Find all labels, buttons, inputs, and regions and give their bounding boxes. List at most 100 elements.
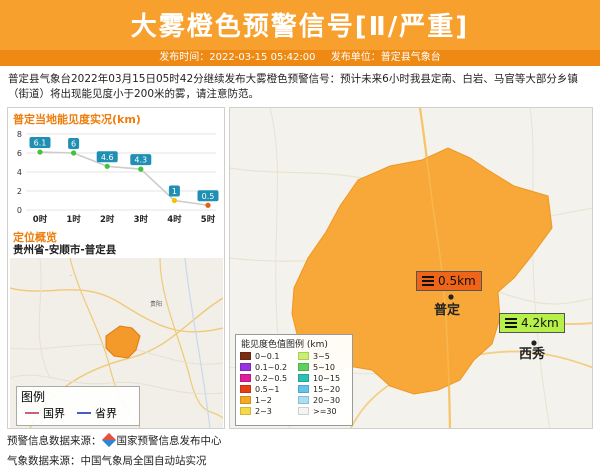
legend-item: 0.2~0.5 <box>240 373 298 383</box>
legend-label: 3~5 <box>313 351 330 361</box>
xixiu-label: 西秀 <box>519 346 546 362</box>
legend-title: 能见度色值图例 (km) <box>241 340 328 350</box>
legend-label-national: 国界 <box>43 407 65 420</box>
menu-lines-icon <box>422 274 434 288</box>
legend-item: 1~2 <box>240 395 298 405</box>
legend-swatch <box>240 396 251 404</box>
series-line <box>39 151 209 207</box>
svg-text:·: · <box>70 273 72 280</box>
x-tick-label: 4时 <box>167 214 182 225</box>
visibility-chart: 0 2 4 6 8 6.1 0时 6 1时 4.6 2时 4.3 3时 1 4时 0.5 5时 <box>8 126 224 230</box>
legend-swatch <box>298 407 309 415</box>
legend-swatch <box>240 385 251 393</box>
warning-source-line: 预警信息数据来源： 国家预警信息发布中心 <box>7 432 222 448</box>
visibility-color-legend: 能见度色值图例 (km) 0~0.1 3~5 0.1~0.2 5~10 0.2~0.5 1… <box>235 334 353 426</box>
legend-item: 0~0.1 <box>240 351 298 361</box>
legend-label: 10~15 <box>313 373 341 383</box>
y-tick-label: 6 <box>17 149 22 158</box>
x-tick-label: 5时 <box>201 214 216 225</box>
fog-map[interactable]: 普定 西秀 0.5km 4.2km 能见度色值图例 (km) 0~0.1 3~5 0… <box>229 107 593 429</box>
visibility-badge-xixiu[interactable]: 4.2km <box>499 313 565 333</box>
menu-lines-icon <box>505 316 517 330</box>
warning-source-prefix: 预警信息数据来源： <box>7 435 102 447</box>
legend-swatch <box>240 363 251 371</box>
legend-item: 15~20 <box>298 384 356 394</box>
minimap-legend: 图例 国界 省界 <box>16 386 140 426</box>
legend-swatch <box>298 374 309 382</box>
national-border-line-icon <box>25 412 39 414</box>
warning-source-name: 国家预警信息发布中心 <box>116 435 222 447</box>
legend-swatch <box>240 352 251 360</box>
publish-meta-bar: 发布时间：2022-03-15 05:42:00 发布单位：普定县气象台 <box>0 50 600 66</box>
legend-label: 5~10 <box>313 362 335 372</box>
data-label: 4.3 <box>134 156 147 165</box>
legend-swatch <box>298 396 309 404</box>
minimap-legend-title: 图例 <box>21 390 46 404</box>
legend-label: 15~20 <box>313 384 341 394</box>
puding-city-dot <box>448 294 454 300</box>
location-path: 贵州省-安顺市-普定县 <box>13 244 117 256</box>
legend-label: 1~2 <box>255 395 272 405</box>
legend-label: 0~0.1 <box>255 351 280 361</box>
badge-value-puding: 0.5km <box>438 274 476 288</box>
warning-description: 普定县气象台2022年03月15日05时42分继续发布大雾橙色预警信号：预计未来… <box>8 73 578 100</box>
visibility-badge-puding[interactable]: 0.5km <box>416 271 482 291</box>
visibility-chart-title: 普定当地能见度实况(km) <box>13 113 141 126</box>
legend-item: 20~30 <box>298 395 356 405</box>
y-tick-label: 0 <box>17 206 22 215</box>
publish-time: 发布时间：2022-03-15 05:42:00 <box>159 52 316 63</box>
header-banner: 大雾橙色预警信号[Ⅱ/严重] 发布时间：2022-03-15 05:42:00 … <box>0 0 600 66</box>
legend-swatch <box>298 363 309 371</box>
y-tick-label: 2 <box>17 187 22 196</box>
legend-swatch <box>240 374 251 382</box>
data-point <box>104 163 110 169</box>
y-tick-label: 4 <box>17 168 22 177</box>
x-tick-label: 0时 <box>33 214 48 225</box>
publish-unit: 发布单位：普定县气象台 <box>330 52 441 63</box>
data-point <box>37 149 43 155</box>
legend-label: 2~3 <box>255 406 272 416</box>
data-label: 6 <box>71 140 76 149</box>
x-tick-label: 1时 <box>66 214 81 225</box>
legend-label: >=30 <box>313 406 337 416</box>
data-label: 0.5 <box>202 192 215 201</box>
data-label: 1 <box>172 187 177 196</box>
legend-swatch <box>298 385 309 393</box>
legend-label: 0.2~0.5 <box>255 373 288 383</box>
legend-item: 5~10 <box>298 362 356 372</box>
legend-item: >=30 <box>298 406 356 416</box>
province-border-line-icon <box>77 412 91 414</box>
legend-label: 0.1~0.2 <box>255 362 288 372</box>
x-tick-label: 2时 <box>100 214 115 225</box>
legend-item: 0.1~0.2 <box>240 362 298 372</box>
badge-value-xixiu: 4.2km <box>521 316 559 330</box>
data-label: 4.6 <box>101 153 114 162</box>
legend-item: 3~5 <box>298 351 356 361</box>
data-point <box>138 166 144 172</box>
visibility-chart-svg: 0 2 4 6 8 6.1 0时 6 1时 4.6 2时 4.3 3时 1 4时 0.5 5时 <box>17 130 219 225</box>
legend-label-province: 省界 <box>95 407 117 420</box>
warning-title: 大雾橙色预警信号[Ⅱ/严重] <box>130 12 470 42</box>
legend-swatch <box>240 407 251 415</box>
legend-label: 0.5~1 <box>255 384 280 394</box>
legend-item-national-border: 国界 省界 <box>21 405 135 421</box>
legend-grid: 0~0.1 3~5 0.1~0.2 5~10 0.2~0.5 10~15 0.5~1 15~2… <box>236 351 352 416</box>
legend-item: 0.5~1 <box>240 384 298 394</box>
y-tick-label: 8 <box>17 130 22 139</box>
data-label: 6.1 <box>34 139 47 148</box>
overview-minimap[interactable]: 贵阳 · 图例 国界 省界 <box>10 258 223 428</box>
xixiu-city-dot <box>531 340 537 346</box>
left-panel: 普定当地能见度实况(km) 0 2 4 6 8 6.1 0时 6 1时 4.6 2时 4.3 3时 1 4时… <box>7 107 225 429</box>
svg-text:贵阳: 贵阳 <box>150 300 162 308</box>
legend-swatch <box>298 352 309 360</box>
legend-item: 10~15 <box>298 373 356 383</box>
data-point <box>205 202 211 208</box>
legend-label: 20~30 <box>313 395 341 405</box>
data-point <box>71 150 77 156</box>
puding-label: 普定 <box>434 302 460 318</box>
x-tick-label: 3时 <box>134 214 149 225</box>
warning-center-logo-icon <box>101 432 116 448</box>
weather-source-line: 气象数据来源：中国气象局全国自动站实况 <box>7 455 207 467</box>
legend-item: 2~3 <box>240 406 298 416</box>
data-point <box>171 197 177 204</box>
